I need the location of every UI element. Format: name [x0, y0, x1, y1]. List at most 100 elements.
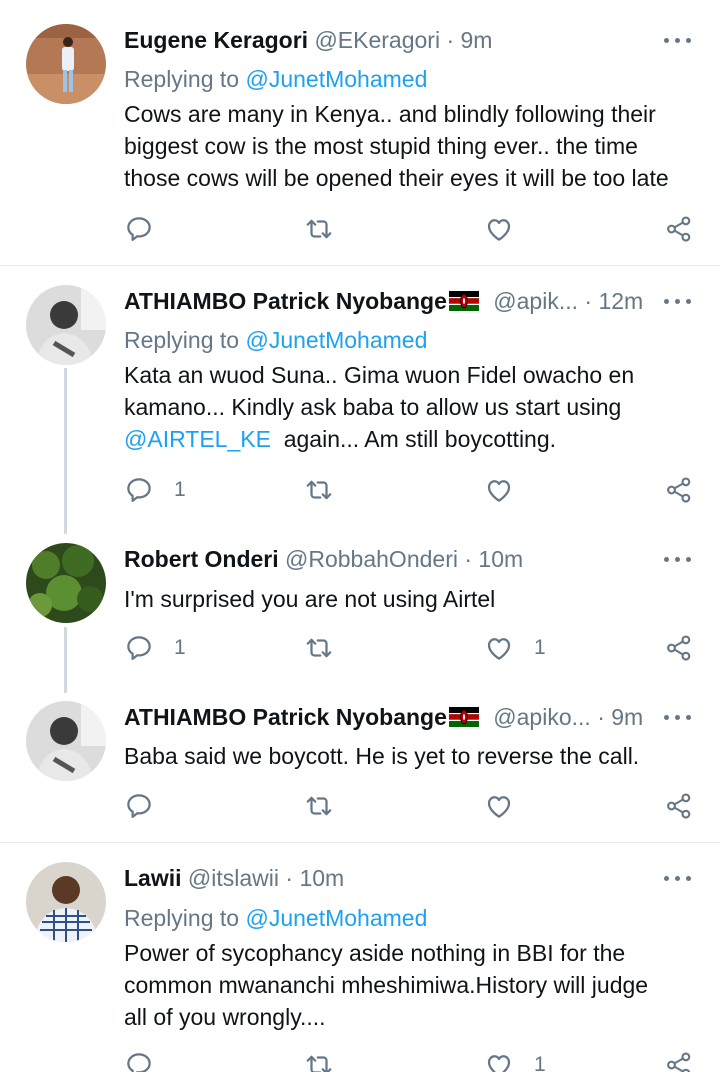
tweet-text: Power of sycophancy aside nothing in BBI… [124, 937, 704, 1033]
retweet-icon [304, 475, 334, 505]
reply-button[interactable]: 1 [124, 474, 186, 506]
tweet-text: I'm surprised you are not using Airtel [124, 583, 704, 615]
tweet-header: ATHIAMBO Patrick Nyobange @apiko... · 9m [124, 701, 650, 733]
share-button[interactable] [664, 632, 694, 664]
mention-link[interactable]: @AIRTEL_KE [124, 426, 271, 452]
reply-icon [124, 1050, 154, 1072]
reply-count: 1 [174, 636, 186, 659]
separator-dot: · [446, 27, 455, 53]
author-handle[interactable]: @EKeragori [314, 27, 440, 53]
share-button[interactable] [664, 1049, 694, 1072]
separator-dot: · [464, 546, 473, 572]
mention-link[interactable]: @JunetMohamed [245, 905, 427, 931]
tweet[interactable]: Robert Onderi @RobbahOnderi · 10m I'm su… [0, 531, 720, 691]
tweet-text-line: all of you wrongly.... [124, 1004, 326, 1030]
tweet[interactable]: Eugene Keragori @EKeragori · 9m Replying… [0, 0, 720, 265]
reply-button[interactable] [124, 1049, 174, 1072]
tweet-text-line: biggest cow is the most stupid thing eve… [124, 133, 638, 159]
tweet[interactable]: ATHIAMBO Patrick Nyobange @apiko... · 9m… [0, 691, 720, 842]
action-bar [0, 790, 720, 822]
tweet-header: Eugene Keragori @EKeragori · 9m [124, 24, 650, 56]
retweet-button[interactable] [304, 213, 354, 245]
author-name[interactable]: Lawii [124, 865, 182, 891]
tweet[interactable]: ATHIAMBO Patrick Nyobange @apik... · 12m… [0, 266, 720, 531]
author-name[interactable]: Eugene Keragori [124, 27, 308, 53]
like-button[interactable] [484, 790, 534, 822]
share-icon [664, 1050, 694, 1072]
share-button[interactable] [664, 474, 694, 506]
share-icon [664, 475, 694, 505]
kenya-flag-icon [449, 291, 479, 311]
replying-to: Replying to @JunetMohamed [124, 902, 427, 934]
like-button[interactable]: 1 [484, 1049, 546, 1072]
tweet-text: Baba said we boycott. He is yet to rever… [124, 740, 704, 772]
tweet-text-line: common mwananchi mheshimiwa.History will… [124, 972, 649, 998]
avatar[interactable] [26, 24, 106, 104]
retweet-icon [304, 791, 334, 821]
retweet-button[interactable] [304, 474, 354, 506]
replying-to: Replying to @JunetMohamed [124, 324, 427, 356]
action-bar: 1 [0, 474, 720, 506]
author-handle[interactable]: @itslawii [188, 865, 279, 891]
timestamp[interactable]: 9m [611, 704, 643, 730]
retweet-icon [304, 214, 334, 244]
tweet-text: Cows are many in Kenya.. and blindly fol… [124, 98, 704, 194]
author-name[interactable]: ATHIAMBO Patrick Nyobange [124, 704, 447, 730]
like-count: 1 [534, 1053, 546, 1072]
reply-icon [124, 791, 154, 821]
mention-link[interactable]: @JunetMohamed [245, 66, 427, 92]
timestamp[interactable]: 12m [598, 288, 643, 314]
share-button[interactable] [664, 213, 694, 245]
more-icon[interactable] [664, 707, 692, 727]
tweet-text-line: Power of sycophancy aside nothing in BBI… [124, 940, 626, 966]
tweet-text-line: Baba said we boycott. He is yet to rever… [124, 743, 640, 769]
more-icon[interactable] [664, 549, 692, 569]
tweet-text-line: Cows are many in Kenya.. and blindly fol… [124, 101, 656, 127]
tweet-text-line: Kata an wuod Suna.. Gima wuon Fidel owac… [124, 362, 635, 388]
reply-button[interactable] [124, 790, 174, 822]
action-bar [0, 213, 720, 245]
reply-button[interactable] [124, 213, 174, 245]
author-name[interactable]: ATHIAMBO Patrick Nyobange [124, 288, 447, 314]
like-icon [484, 633, 514, 663]
timestamp[interactable]: 9m [461, 27, 493, 53]
replying-to-label: Replying to [124, 66, 240, 92]
more-icon[interactable] [664, 291, 692, 311]
like-icon [484, 791, 514, 821]
tweet-header: ATHIAMBO Patrick Nyobange @apik... · 12m [124, 285, 650, 317]
retweet-icon [304, 633, 334, 663]
more-icon[interactable] [664, 30, 692, 50]
like-button[interactable] [484, 213, 534, 245]
retweet-button[interactable] [304, 790, 354, 822]
tweet[interactable]: Lawii @itslawii · 10m Replying to @Junet… [0, 843, 720, 1072]
action-bar: 1 [0, 1049, 720, 1072]
mention-link[interactable]: @JunetMohamed [245, 327, 427, 353]
author-handle[interactable]: @apiko... [493, 704, 591, 730]
replying-to-label: Replying to [124, 327, 240, 353]
timestamp[interactable]: 10m [478, 546, 523, 572]
like-icon [484, 214, 514, 244]
tweet-text-line: those cows will be opened their eyes it … [124, 165, 669, 191]
timestamp[interactable]: 10m [299, 865, 344, 891]
avatar[interactable] [26, 543, 106, 623]
author-handle[interactable]: @apik... [493, 288, 578, 314]
retweet-button[interactable] [304, 632, 354, 664]
avatar[interactable] [26, 285, 106, 365]
reply-icon [124, 633, 154, 663]
retweet-button[interactable] [304, 1049, 354, 1072]
like-button[interactable] [484, 474, 534, 506]
separator-dot: · [285, 865, 294, 891]
more-icon[interactable] [664, 868, 692, 888]
like-icon [484, 475, 514, 505]
reply-icon [124, 214, 154, 244]
author-name[interactable]: Robert Onderi [124, 546, 279, 572]
avatar[interactable] [26, 862, 106, 942]
tweet-header: Robert Onderi @RobbahOnderi · 10m [124, 543, 650, 575]
tweet-text-line: I'm surprised you are not using Airtel [124, 586, 496, 612]
share-button[interactable] [664, 790, 694, 822]
avatar[interactable] [26, 701, 106, 781]
like-button[interactable]: 1 [484, 632, 546, 664]
reply-button[interactable]: 1 [124, 632, 186, 664]
like-icon [484, 1050, 514, 1072]
author-handle[interactable]: @RobbahOnderi [285, 546, 458, 572]
